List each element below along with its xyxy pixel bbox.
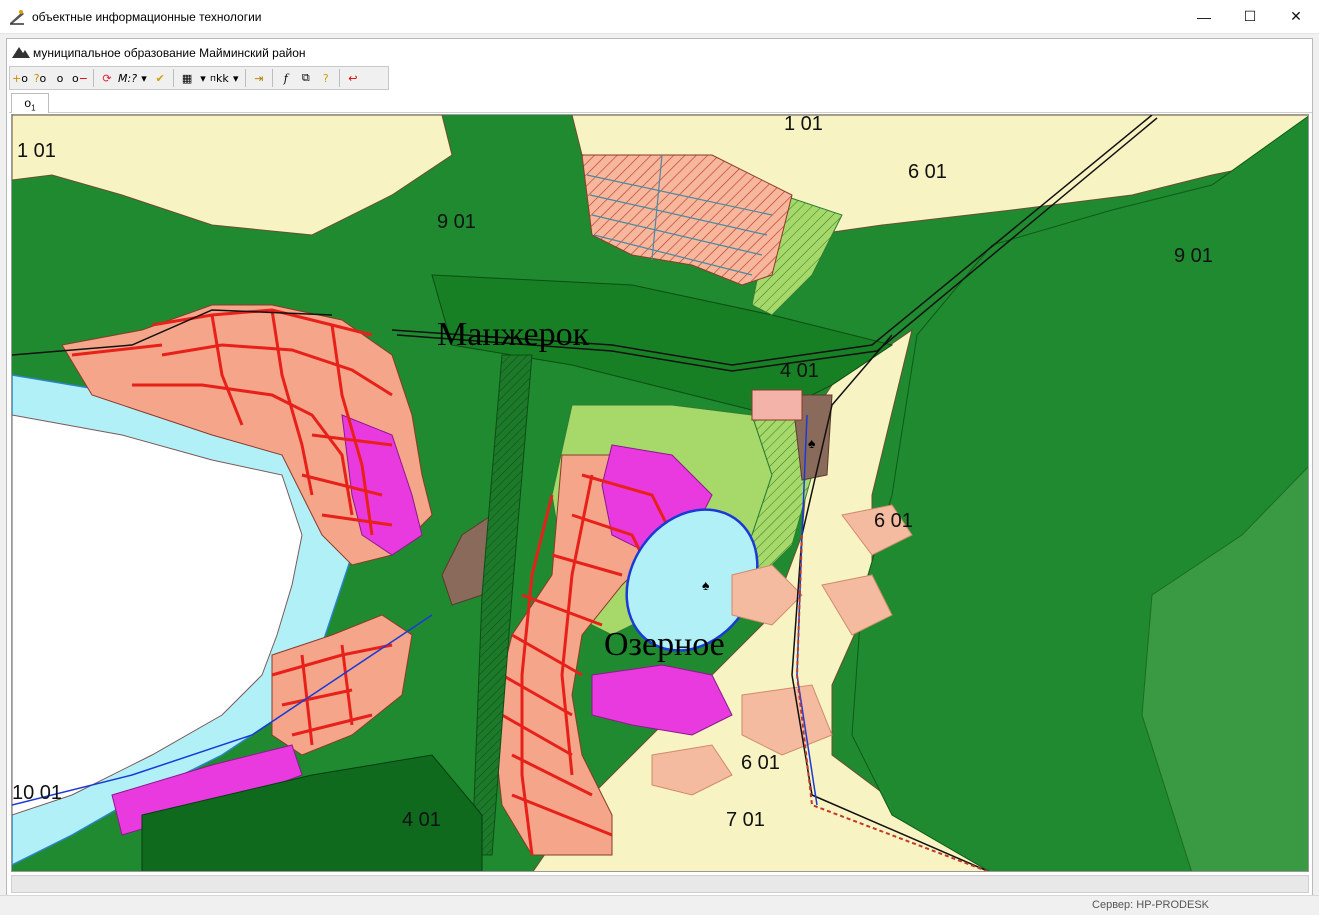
- query-object-button[interactable]: ? o: [31, 68, 49, 88]
- measure-dropdown[interactable]: ▾: [139, 68, 149, 88]
- place-label-ozernoe: Озерное: [604, 626, 725, 663]
- toolbar-separator: [338, 69, 340, 87]
- tree-icon: ♠: [702, 577, 710, 593]
- grid-dropdown[interactable]: ▾: [198, 68, 208, 88]
- toolbar-separator: [244, 69, 246, 87]
- layers-button[interactable]: ⧉: [297, 68, 315, 88]
- zone-label: 4 01: [780, 360, 819, 382]
- tab-sub: 1: [31, 103, 36, 113]
- add-object-button[interactable]: + o: [11, 68, 29, 88]
- server-status: Сервер: HP-PRODESK: [1092, 899, 1209, 911]
- zone-label: 9 01: [437, 211, 476, 233]
- status-bar: Сервер: HP-PRODESK: [0, 895, 1319, 915]
- close-icon[interactable]: ✕: [1273, 0, 1319, 33]
- place-label-manzherok: Манжерок: [437, 316, 590, 353]
- minimize-icon[interactable]: —: [1181, 0, 1227, 33]
- document-window: муниципальное образование Майминский рай…: [6, 38, 1313, 910]
- function-button[interactable]: f: [277, 68, 295, 88]
- measure-button[interactable]: M:?: [118, 68, 137, 88]
- check-button[interactable]: ✔: [151, 68, 169, 88]
- zone-label: 6 01: [741, 752, 780, 774]
- zone-label: 6 01: [908, 161, 947, 183]
- document-titlebar: муниципальное образование Майминский рай…: [7, 39, 1312, 65]
- zone-label: 7 01: [726, 809, 765, 831]
- map-canvas[interactable]: ♠ ♠ Манжерок Озерное 1 01 9 01 1 01 6 01…: [11, 114, 1309, 872]
- grid-button[interactable]: ▦: [178, 68, 196, 88]
- help-button[interactable]: ?: [317, 68, 335, 88]
- window-titlebar: объектные информационные технологии — ☐ …: [0, 0, 1319, 34]
- zone-label: 6 01: [874, 510, 913, 532]
- zone-label: 4 01: [402, 809, 441, 831]
- object-button[interactable]: o: [51, 68, 69, 88]
- return-button[interactable]: ↩: [344, 68, 362, 88]
- map-document-icon: [12, 47, 30, 58]
- export-button[interactable]: ⇥: [250, 68, 268, 88]
- horizontal-scrollbar[interactable]: [11, 875, 1309, 893]
- toolbar-separator: [93, 69, 94, 87]
- tree-icon: ♠: [808, 435, 816, 451]
- tab-o1[interactable]: o1: [11, 93, 49, 113]
- zone-label: 10 01: [12, 782, 62, 804]
- zone-label: 1 01: [784, 115, 823, 135]
- tab-strip: o1: [9, 91, 1312, 113]
- toolbar-separator: [173, 69, 175, 87]
- zone-label: 1 01: [17, 140, 56, 162]
- document-title: муниципальное образование Майминский рай…: [33, 46, 306, 60]
- map-svg[interactable]: ♠ ♠ Манжерок Озерное 1 01 9 01 1 01 6 01…: [12, 115, 1309, 872]
- maximize-icon[interactable]: ☐: [1227, 0, 1273, 33]
- window-title: объектные информационные технологии: [32, 10, 262, 24]
- zone-label: 9 01: [1174, 245, 1213, 267]
- coordinates-button[interactable]: п kk: [210, 68, 229, 88]
- coordinates-dropdown[interactable]: ▾: [231, 68, 241, 88]
- zone-pink-east: [751, 389, 803, 421]
- refresh-button[interactable]: ⟳: [98, 68, 116, 88]
- remove-object-button[interactable]: o −: [71, 68, 89, 88]
- toolbar: + o ? o o o − ⟳ M:? ▾ ✔ ▦ ▾ п kk ▾ ⇥ f ⧉ ? ↩: [9, 66, 389, 90]
- toolbar-separator: [271, 69, 273, 87]
- app-icon: [10, 10, 24, 25]
